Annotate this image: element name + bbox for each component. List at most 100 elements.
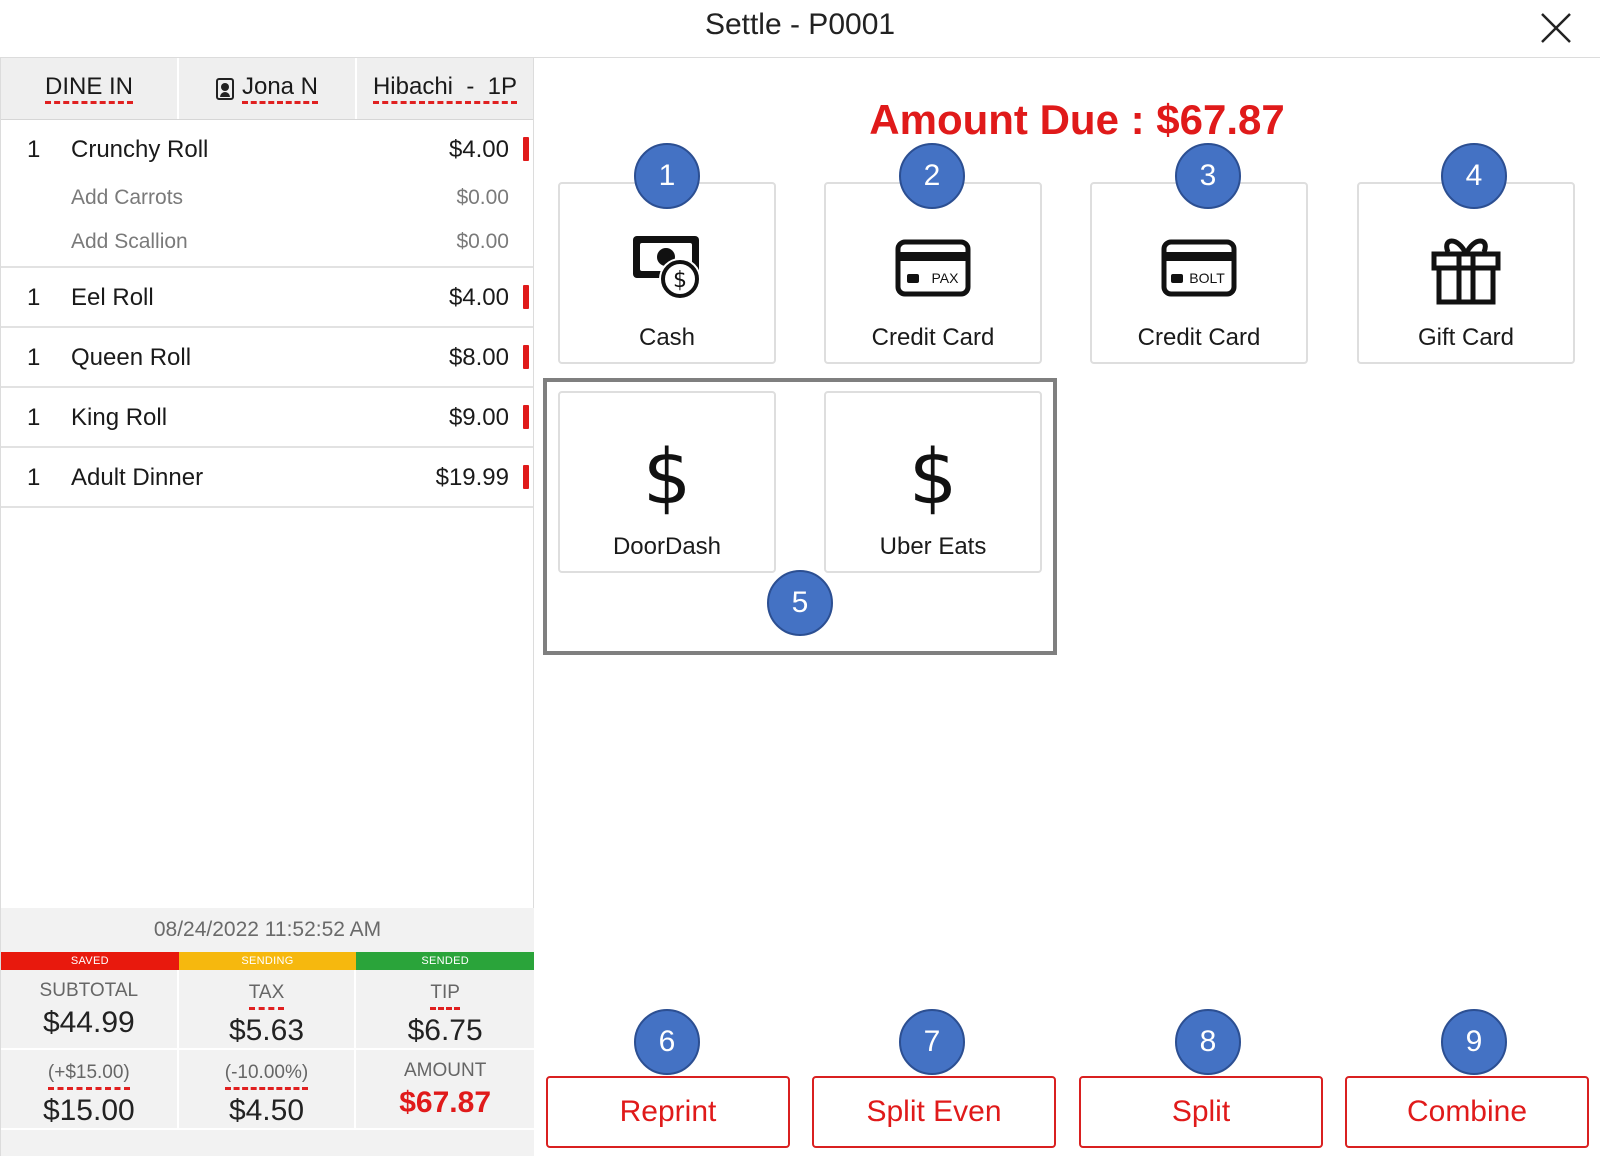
cash-button[interactable]: $ Cash (558, 182, 776, 364)
order-panel: DINE IN Jona N Hibachi - 1P 1 Crunchy Ro… (0, 58, 535, 1156)
gift-card-button[interactable]: Gift Card (1357, 182, 1575, 364)
send-status-bar: SAVED SENDING SENDED (1, 952, 535, 970)
gift-icon (1431, 238, 1501, 305)
gift-card-label: Gift Card (1417, 324, 1515, 351)
order-item[interactable]: 1 Eel Roll $4.00 (1, 268, 533, 328)
callout-badge: 8 (1175, 1009, 1241, 1075)
split-even-button[interactable]: Split Even (812, 1076, 1056, 1148)
item-status-marker (523, 137, 529, 161)
item-status-marker (523, 405, 529, 429)
item-modifier: Add Carrots $0.00 (1, 178, 533, 222)
table-label: Hibachi - 1P (372, 73, 518, 104)
item-qty: 1 (27, 136, 41, 163)
order-item[interactable]: 1 Queen Roll $8.00 (1, 328, 533, 388)
callout-badge: 6 (634, 1009, 700, 1075)
item-qty: 1 (27, 464, 41, 491)
ubereats-button[interactable]: $ Uber Eats (824, 391, 1042, 573)
tip-value: $6.75 (407, 1014, 483, 1047)
item-name: Adult Dinner (71, 464, 204, 491)
item-qty: 1 (27, 404, 41, 431)
order-timestamp: 08/24/2022 11:52:52 AM (153, 918, 382, 941)
item-name: Crunchy Roll (71, 136, 209, 163)
combine-button[interactable]: Combine (1345, 1076, 1589, 1148)
table-tab[interactable]: Hibachi - 1P (357, 58, 533, 119)
item-status-marker (523, 345, 529, 369)
modifier-name: Add Scallion (71, 230, 188, 253)
callout-badge: 5 (767, 570, 833, 636)
window-title: Settle - P0001 (704, 8, 896, 41)
credit-card-bolt-button[interactable]: BOLT Credit Card (1090, 182, 1308, 364)
subtotal-cell: SUBTOTAL $44.99 (1, 970, 179, 1050)
item-price: $8.00 (448, 344, 509, 371)
split-button[interactable]: Split (1079, 1076, 1323, 1148)
order-type-label: DINE IN (44, 73, 133, 104)
status-saved: SAVED (1, 952, 179, 970)
totals-grid: SUBTOTAL $44.99 TAX $5.63 TIP $6.75 (+$1… (1, 970, 534, 1130)
order-type-tab[interactable]: DINE IN (1, 58, 179, 119)
cash-label: Cash (638, 324, 696, 351)
item-qty: 1 (27, 284, 41, 311)
modifier-price: $0.00 (456, 186, 509, 209)
doordash-label: DoorDash (612, 533, 722, 560)
dollar-icon: $ (642, 432, 692, 521)
item-price: $4.00 (448, 284, 509, 311)
credit-card-icon: BOLT (1161, 239, 1237, 297)
item-price: $19.99 (435, 464, 509, 491)
item-price: $9.00 (448, 404, 509, 431)
order-item[interactable]: 1 King Roll $9.00 (1, 388, 533, 448)
tax-value: $5.63 (228, 1014, 305, 1047)
modifier-price: $0.00 (456, 230, 509, 253)
status-sending: SENDING (178, 952, 357, 970)
server-tab[interactable]: Jona N (179, 58, 357, 119)
discount-cell[interactable]: (-10.00%) $4.50 (178, 1050, 357, 1130)
credit-card-pax-label: Credit Card (871, 324, 995, 351)
item-name: King Roll (71, 404, 168, 431)
ubereats-label: Uber Eats (879, 533, 987, 560)
credit-card-icon: PAX (895, 239, 971, 297)
tax-label: TAX (248, 980, 285, 1010)
discount-value: $4.50 (228, 1094, 305, 1127)
surcharge-value: $15.00 (42, 1094, 135, 1127)
callout-badge: 3 (1175, 143, 1241, 209)
item-status-marker (523, 285, 529, 309)
item-price: $4.00 (448, 136, 509, 163)
callout-badge: 2 (899, 143, 965, 209)
item-name: Queen Roll (71, 344, 192, 371)
dollar-icon: $ (908, 432, 958, 521)
tip-label: TIP (430, 980, 460, 1010)
item-qty: 1 (27, 344, 41, 371)
reprint-button[interactable]: Reprint (546, 1076, 790, 1148)
modifier-name: Add Carrots (71, 186, 184, 209)
order-summary: 08/24/2022 11:52:52 AM SAVED SENDING SEN… (1, 908, 535, 1156)
item-status-marker (523, 465, 529, 489)
callout-badge: 7 (899, 1009, 965, 1075)
title-bar: Settle - P0001 (0, 0, 1600, 58)
dollar-glyph: $ (673, 268, 687, 293)
tax-cell[interactable]: TAX $5.63 (178, 970, 357, 1050)
bolt-text: BOLT (1189, 270, 1225, 286)
amount-label: AMOUNT (403, 1060, 487, 1081)
status-sended: SENDED (356, 952, 535, 970)
close-icon[interactable] (1536, 8, 1576, 48)
discount-label: (-10.00%) (224, 1060, 309, 1090)
callout-badge: 1 (634, 143, 700, 209)
user-badge-icon (215, 77, 234, 100)
amount-value: $67.87 (399, 1086, 492, 1119)
credit-card-pax-button[interactable]: PAX Credit Card (824, 182, 1042, 364)
surcharge-label: (+$15.00) (47, 1060, 130, 1090)
order-item[interactable]: 1 Adult Dinner $19.99 (1, 448, 533, 508)
cash-icon: $ (633, 236, 701, 300)
pax-text: PAX (932, 270, 960, 286)
order-tabs: DINE IN Jona N Hibachi - 1P (1, 58, 533, 120)
order-item[interactable]: 1 Crunchy Roll $4.00 Add Carrots $0.00 A… (1, 120, 533, 268)
subtotal-label: SUBTOTAL (39, 980, 139, 1001)
credit-card-bolt-label: Credit Card (1137, 324, 1261, 351)
tip-cell[interactable]: TIP $6.75 (356, 970, 534, 1050)
amount-cell: AMOUNT $67.87 (356, 1050, 534, 1130)
callout-badge: 9 (1441, 1009, 1507, 1075)
doordash-button[interactable]: $ DoorDash (558, 391, 776, 573)
order-item-list: 1 Crunchy Roll $4.00 Add Carrots $0.00 A… (1, 120, 533, 508)
server-label: Jona N (241, 73, 319, 104)
surcharge-cell[interactable]: (+$15.00) $15.00 (1, 1050, 179, 1130)
item-name: Eel Roll (71, 284, 154, 311)
